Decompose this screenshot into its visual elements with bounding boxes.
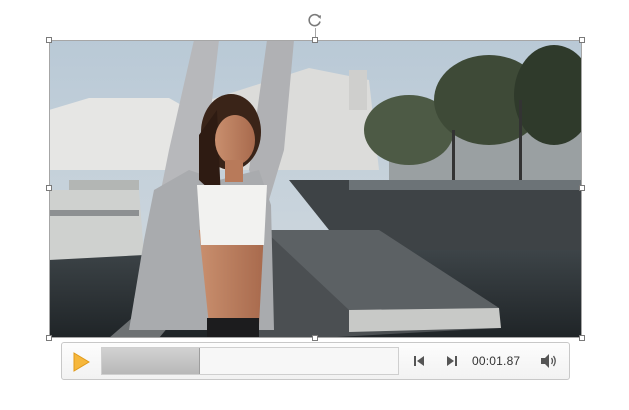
progress-track[interactable]	[101, 347, 399, 375]
resize-handle-top-right[interactable]	[579, 37, 585, 43]
volume-icon[interactable]	[540, 353, 558, 369]
media-control-bar: 00:01.87	[61, 342, 570, 380]
video-image	[49, 40, 582, 338]
resize-handle-bottom-left[interactable]	[46, 335, 52, 341]
resize-handle-bottom-right[interactable]	[579, 335, 585, 341]
resize-handle-top-left[interactable]	[46, 37, 52, 43]
progress-fill	[102, 348, 200, 374]
step-back-icon[interactable]	[412, 354, 426, 368]
video-frame[interactable]	[49, 40, 582, 338]
time-display: 00:01.87	[472, 354, 521, 368]
rotate-handle-icon[interactable]	[307, 12, 323, 28]
play-icon[interactable]	[72, 352, 90, 372]
resize-handle-left[interactable]	[46, 185, 52, 191]
step-forward-icon[interactable]	[445, 354, 459, 368]
resize-handle-bottom[interactable]	[312, 335, 318, 341]
resize-handle-right[interactable]	[579, 185, 585, 191]
resize-handle-top[interactable]	[312, 37, 318, 43]
